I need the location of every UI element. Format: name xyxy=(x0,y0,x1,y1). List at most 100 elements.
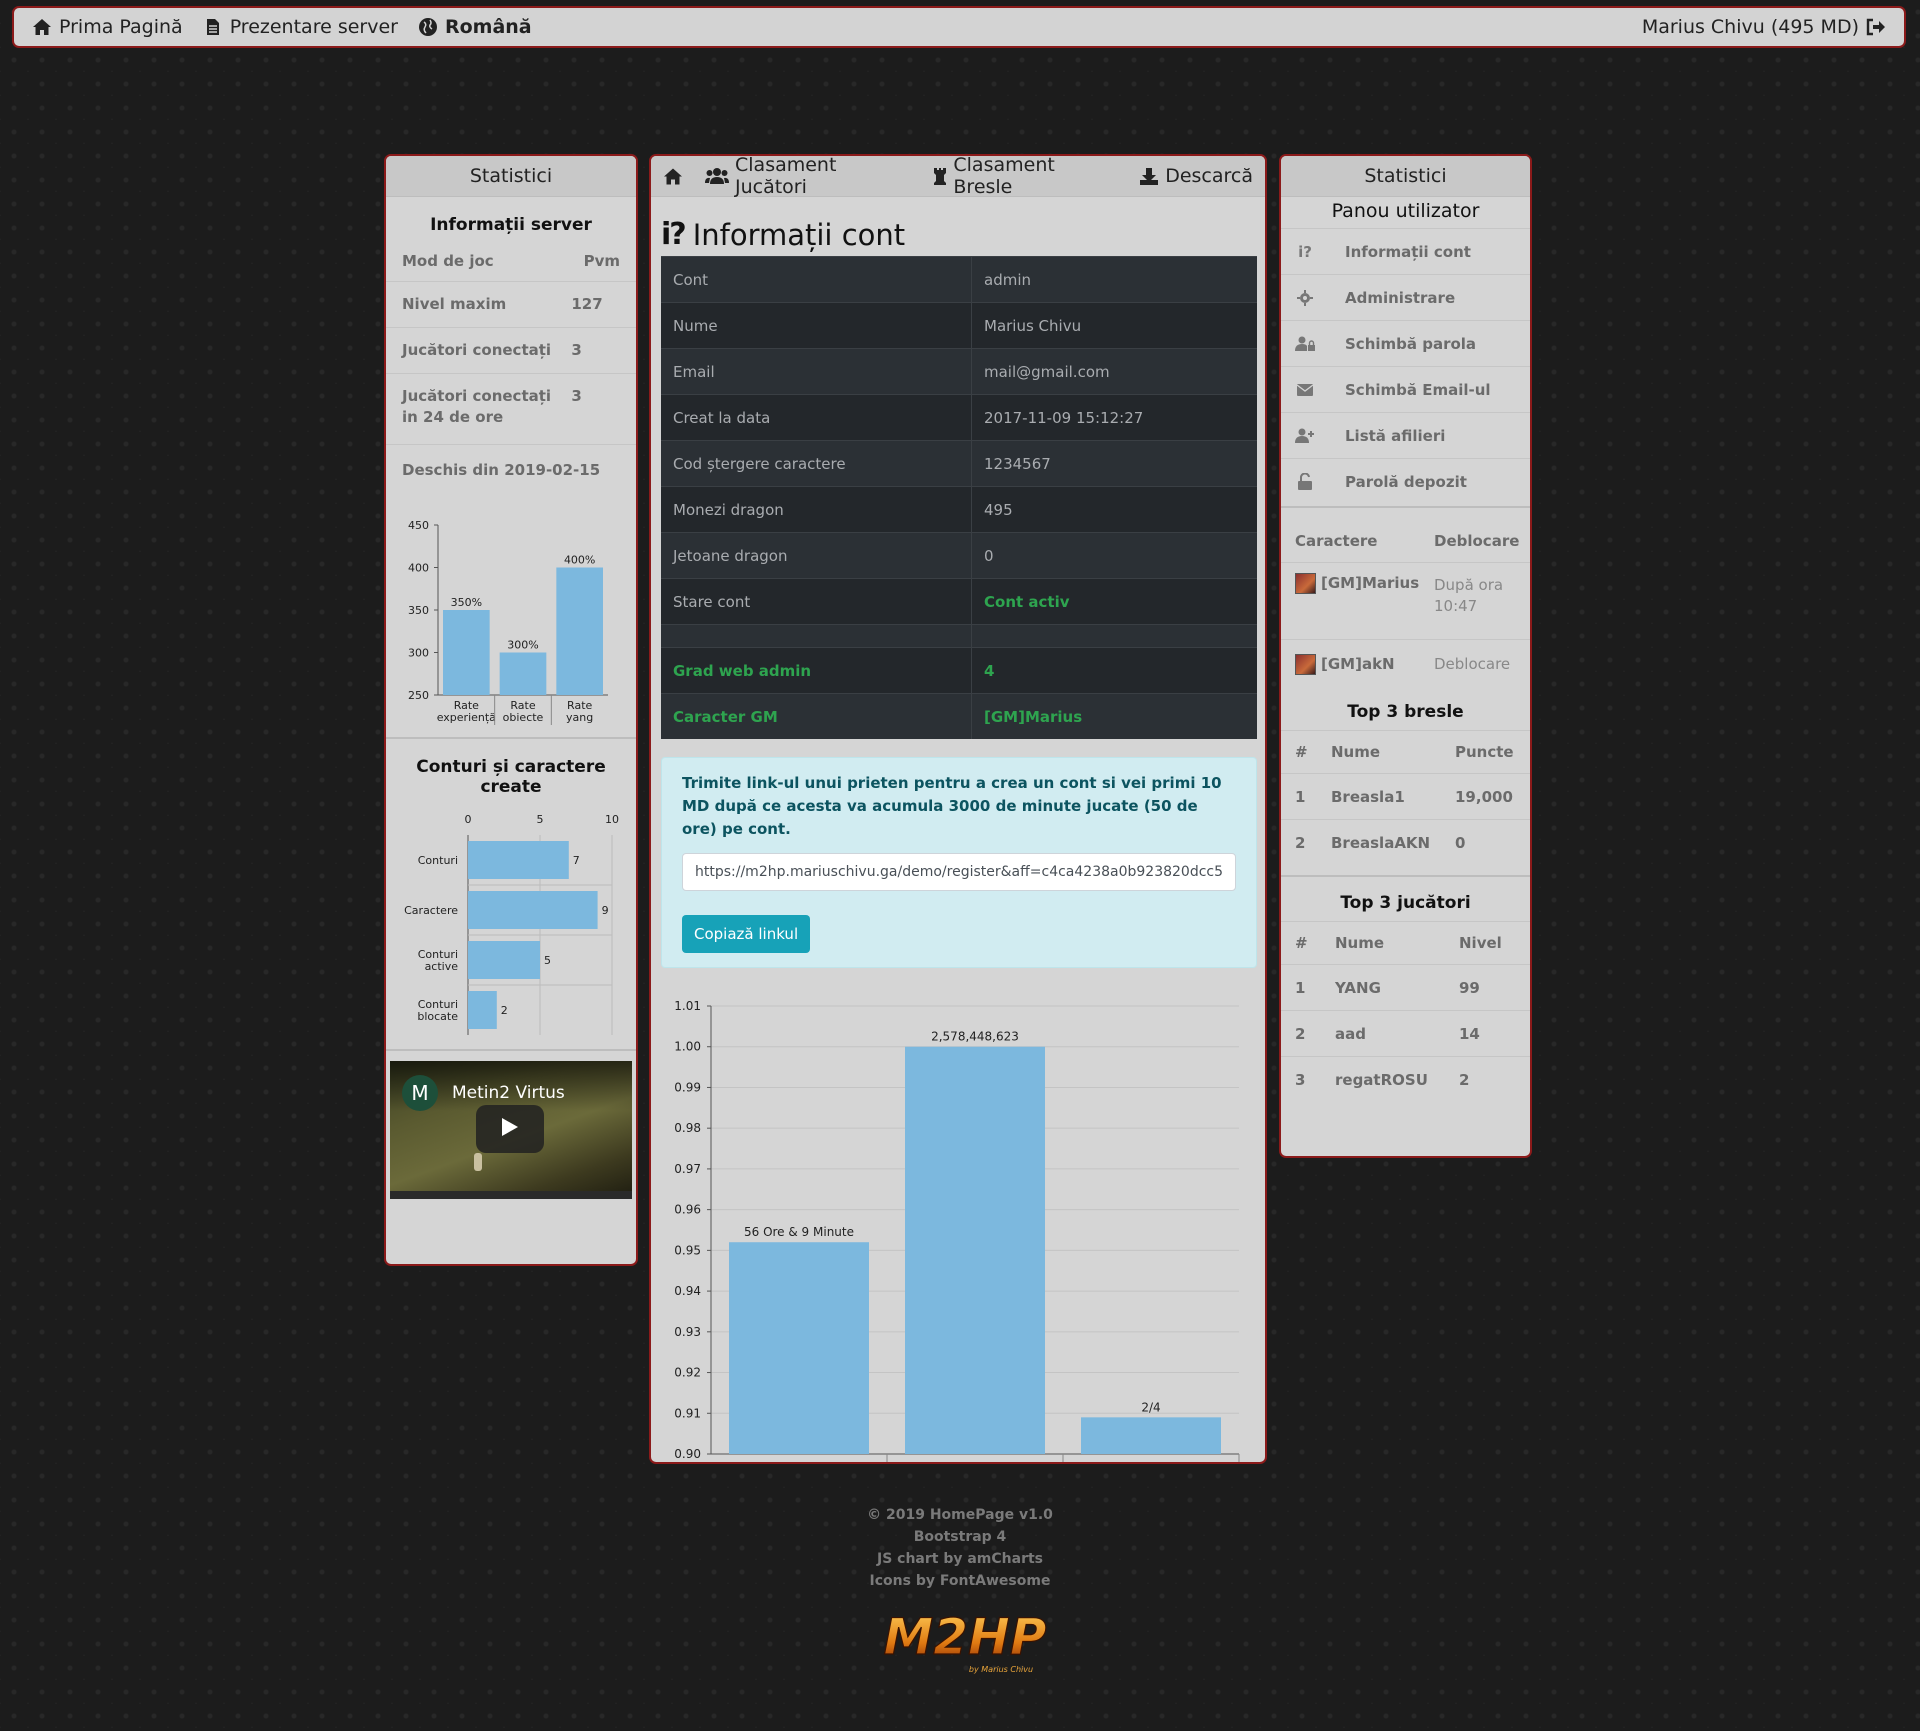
server-opened: Deschis din 2019-02-15 xyxy=(386,444,636,495)
referral-box: Trimite link-ul unui prieten pentru a cr… xyxy=(661,757,1257,968)
bar xyxy=(468,841,569,879)
character-name-cell: [GM]Marius xyxy=(1281,562,1420,640)
bar xyxy=(468,941,540,979)
rank-cell: 1 xyxy=(1281,773,1317,820)
y-tick-label: 0.92 xyxy=(674,1366,701,1380)
top-players-table: # Nume Nivel 1 YANG 99 2 aad 14 3 regatROSU 2 xyxy=(1281,921,1530,1102)
tab-home[interactable] xyxy=(663,166,683,186)
account-info-table: Cont admin Nume Marius Chivu Email mail@gma… xyxy=(661,256,1257,739)
data-label: 300% xyxy=(507,639,538,652)
menu-administration[interactable]: Administrare xyxy=(1281,274,1530,320)
y-tick-label: Caractere xyxy=(404,904,458,917)
referral-link-input[interactable] xyxy=(682,853,1236,891)
admin-value: 4 xyxy=(971,647,1257,694)
bar xyxy=(443,610,490,695)
footer-line: © 2019 HomePage v1.0 xyxy=(867,1507,1053,1523)
table-row: Monezi dragon 495 xyxy=(661,486,1257,533)
account-key: Creat la data xyxy=(661,394,972,441)
account-value: mail@gmail.com xyxy=(971,348,1257,395)
video-play-button[interactable] xyxy=(476,1105,544,1153)
info-question-icon: i? xyxy=(1298,242,1312,261)
server-row-value: 3 xyxy=(571,387,582,405)
character-avatar xyxy=(1295,573,1316,594)
y-tick-label: 0.99 xyxy=(674,1080,701,1094)
menu-label: Administrare xyxy=(1345,288,1456,307)
y-tick-label: 0.97 xyxy=(674,1162,701,1176)
copy-link-button[interactable]: Copiază linkul xyxy=(682,915,811,953)
tab-players-ranking[interactable]: Clasament Jucători xyxy=(705,156,911,198)
column-header: # xyxy=(1281,730,1317,774)
data-label: 2/4 xyxy=(1141,1400,1160,1414)
menu-affiliates[interactable]: Listă afilieri xyxy=(1281,412,1530,458)
rates-bar-chart: 250300350400450350%Rateexperiență300%Rat… xyxy=(408,519,608,725)
account-info-title: Informații cont xyxy=(692,217,906,252)
table-row: Email mail@gmail.com xyxy=(661,348,1257,395)
y-tick-label: 0.96 xyxy=(674,1203,701,1217)
y-tick-label: 350 xyxy=(408,604,429,617)
admin-key: Caracter GM xyxy=(661,693,972,739)
channel-avatar-letter: M xyxy=(411,1081,429,1105)
server-row-key: Jucători conectați in 24 de ore xyxy=(402,387,552,426)
y-tick-label: 0.93 xyxy=(674,1325,701,1339)
guild-points: 19,000 xyxy=(1441,773,1530,820)
data-label: 9 xyxy=(602,904,609,917)
guild-points: 0 xyxy=(1441,819,1530,865)
top-guilds-title: Top 3 bresle xyxy=(1347,702,1464,722)
top-navbar: Prima Pagină Prezentare server Română Ma… xyxy=(12,6,1906,48)
player-name: YANG xyxy=(1321,964,1445,1011)
spacer-cell xyxy=(971,624,1257,648)
server-row-key: Jucători conectați xyxy=(402,341,552,359)
x-tick-label: Timp jucat xyxy=(766,1461,830,1464)
channel-avatar: M xyxy=(402,1075,438,1111)
nav-language-link[interactable]: Română xyxy=(418,16,532,38)
table-row: Nume Marius Chivu xyxy=(661,302,1257,349)
menu-label: Parolă depozit xyxy=(1345,472,1467,491)
rank-cell: 2 xyxy=(1281,1010,1321,1057)
table-row: Cont admin xyxy=(661,256,1257,303)
table-row: Stare cont Cont activ xyxy=(661,578,1257,625)
y-tick-label: 400 xyxy=(408,562,429,575)
menu-account-info[interactable]: i? Informații cont xyxy=(1281,228,1530,274)
x-tick-label: yang xyxy=(566,711,593,724)
x-tick-label: experiență xyxy=(437,711,496,724)
account-key: Email xyxy=(661,348,972,395)
x-tick-label: Caractere xyxy=(1122,1461,1181,1464)
account-value: Marius Chivu xyxy=(971,302,1257,349)
video-thumbnail[interactable]: M Metin2 Virtus xyxy=(390,1061,632,1199)
account-value: 0 xyxy=(971,532,1257,579)
account-stats-chart: 0.90 0.91 0.92 0.93 0.94 0.95 0.96 0.97 0.98 0.99… xyxy=(674,999,1240,1464)
character-unlock-link[interactable]: Deblocare xyxy=(1420,639,1530,688)
y-tick-label: 0.95 xyxy=(674,1243,701,1257)
table-header-row: # Nume Nivel xyxy=(1281,921,1530,965)
user-panel-title: Panou utilizator xyxy=(1331,200,1480,222)
data-label: 5 xyxy=(544,954,551,967)
menu-label: Schimbă Email-ul xyxy=(1345,380,1491,399)
footer: © 2019 HomePage v1.0 Bootstrap 4 JS char… xyxy=(0,1504,1920,1592)
account-status-value: Cont activ xyxy=(971,578,1257,625)
nav-presentation-link[interactable]: Prezentare server xyxy=(203,16,398,38)
menu-change-email[interactable]: Schimbă Email-ul xyxy=(1281,366,1530,412)
tab-guilds-ranking[interactable]: Clasament Bresle xyxy=(933,156,1117,198)
y-tick-label: 0.94 xyxy=(674,1284,701,1298)
tab-download[interactable]: Descarcă xyxy=(1139,165,1253,187)
nav-user-link[interactable]: Marius Chivu (495 MD) xyxy=(1642,16,1886,38)
table-row: Caracter GM [GM]Marius xyxy=(661,693,1257,739)
menu-storage-password[interactable]: Parolă depozit xyxy=(1281,458,1530,504)
accounts-bar-chart: 0 5 107Conturi9Caractere5Conturiactive2Con… xyxy=(404,813,619,1035)
main-tabs: Clasament Jucători Clasament Bresle Desc… xyxy=(651,156,1265,198)
table-row: Grad web admin 4 xyxy=(661,647,1257,694)
nav-home-link[interactable]: Prima Pagină xyxy=(32,16,183,38)
player-level: 14 xyxy=(1445,1010,1530,1057)
menu-change-password[interactable]: Schimbă parola xyxy=(1281,320,1530,366)
character-name-cell: [GM]akN xyxy=(1281,639,1420,688)
table-row: Cod ștergere caractere 1234567 xyxy=(661,440,1257,487)
footer-line: JS chart by amCharts xyxy=(876,1551,1044,1567)
table-header-row: # Nume Puncte xyxy=(1281,730,1530,774)
y-tick-label: 250 xyxy=(408,689,429,702)
server-row-level: Nivel maxim 127 xyxy=(386,281,636,327)
menu-label: Listă afilieri xyxy=(1345,426,1446,445)
bar xyxy=(499,652,547,695)
table-spacer-row xyxy=(661,624,1257,648)
logout-icon[interactable] xyxy=(1866,17,1886,37)
table-row: Creat la data 2017-11-09 15:12:27 xyxy=(661,394,1257,441)
